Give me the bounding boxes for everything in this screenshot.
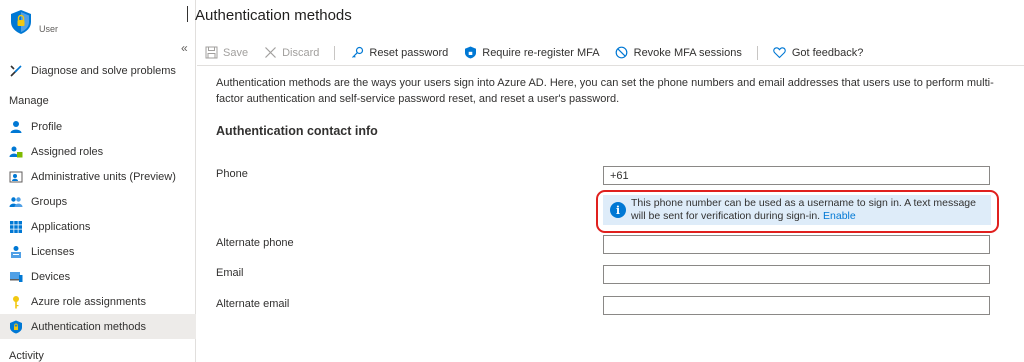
require-reregister-mfa-button[interactable]: Require re-register MFA	[463, 46, 600, 60]
sidebar-item-label: Licenses	[31, 245, 75, 258]
sidebar-item-authentication-methods[interactable]: Authentication methods	[0, 314, 196, 339]
key-icon	[13, 295, 19, 308]
sidebar-item-admin-units[interactable]: Administrative units (Preview)	[0, 164, 196, 189]
collapse-sidebar-button[interactable]: «	[181, 41, 188, 55]
title-separator	[187, 6, 188, 22]
section-manage: Manage	[9, 95, 49, 107]
discard-button[interactable]: Discard	[263, 46, 319, 60]
sidebar-item-assigned-roles[interactable]: Assigned roles	[0, 139, 196, 164]
toolbar-divider-line	[197, 65, 1024, 66]
phone-label: Phone	[216, 168, 248, 180]
sidebar-item-groups[interactable]: Groups	[0, 189, 196, 214]
key-icon	[350, 46, 364, 60]
alternate-email-label: Alternate email	[216, 298, 290, 310]
sidebar-item-label: Administrative units (Preview)	[31, 170, 176, 183]
save-button[interactable]: Save	[204, 46, 248, 60]
revoke-mfa-sessions-label: Revoke MFA sessions	[633, 46, 742, 59]
reset-password-button[interactable]: Reset password	[350, 46, 448, 60]
sidebar-item-devices[interactable]: Devices	[0, 264, 196, 289]
sidebar: User « Diagnose and solve problems Manag…	[0, 0, 196, 362]
alternate-phone-label: Alternate phone	[216, 237, 294, 249]
user-header: User	[0, 0, 196, 40]
sidebar-item-label: Assigned roles	[31, 145, 104, 158]
highlight-annotation	[596, 190, 999, 233]
alternate-phone-field[interactable]	[603, 235, 990, 254]
person-icon	[10, 120, 22, 133]
alternate-email-field[interactable]	[603, 296, 990, 315]
block-icon	[615, 46, 629, 60]
email-field[interactable]	[603, 265, 990, 284]
feedback-button[interactable]: Got feedback?	[773, 46, 864, 60]
heart-icon	[773, 46, 787, 60]
discard-label: Discard	[282, 46, 320, 59]
sidebar-item-licenses[interactable]: Licenses	[0, 239, 196, 264]
user-shield-icon	[11, 10, 31, 34]
devices-icon	[10, 271, 23, 282]
page-title: Authentication methods	[187, 6, 352, 24]
save-label: Save	[223, 46, 249, 59]
require-reregister-mfa-label: Require re-register MFA	[482, 46, 600, 59]
licenses-icon	[11, 245, 21, 258]
sidebar-item-label: Authentication methods	[31, 320, 146, 333]
shield-icon	[10, 320, 22, 333]
section-activity: Activity	[9, 350, 44, 362]
sidebar-item-profile[interactable]: Profile	[0, 114, 196, 139]
sidebar-item-label: Azure role assignments	[31, 295, 146, 308]
roles-icon	[9, 146, 23, 157]
applications-icon	[10, 220, 22, 233]
description-text: Authentication methods are the ways your…	[216, 77, 994, 105]
close-icon	[263, 46, 277, 60]
sidebar-item-label: Diagnose and solve problems	[31, 64, 176, 77]
feedback-label: Got feedback?	[791, 46, 864, 59]
sidebar-item-azure-role-assignments[interactable]: Azure role assignments	[0, 289, 196, 314]
user-caption: User	[39, 24, 59, 34]
section-title: Authentication contact info	[216, 124, 378, 138]
email-label: Email	[216, 267, 244, 279]
toolbar-divider	[756, 45, 758, 60]
sidebar-item-label: Groups	[31, 195, 68, 208]
sidebar-item-label: Applications	[31, 220, 91, 233]
phone-field[interactable]	[603, 166, 990, 185]
sidebar-item-diagnose[interactable]: Diagnose and solve problems	[0, 58, 196, 83]
page-title-text: Authentication methods	[195, 7, 352, 24]
sidebar-item-label: Profile	[31, 120, 63, 133]
save-icon	[204, 46, 218, 60]
groups-icon	[9, 196, 23, 207]
command-bar: Save Discard Reset password Require re-r…	[204, 40, 1004, 65]
admin-units-icon	[9, 171, 23, 182]
revoke-mfa-sessions-button[interactable]: Revoke MFA sessions	[615, 46, 742, 60]
shield-lock-icon	[463, 46, 477, 60]
wrench-icon	[10, 64, 22, 77]
reset-password-label: Reset password	[369, 46, 449, 59]
sidebar-item-label: Devices	[31, 270, 71, 283]
sidebar-item-applications[interactable]: Applications	[0, 214, 196, 239]
toolbar-divider	[334, 45, 336, 60]
